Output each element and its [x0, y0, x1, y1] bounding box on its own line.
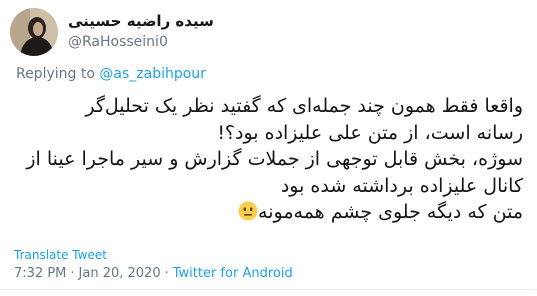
tweet-date[interactable]: Jan 20, 2020 [79, 266, 161, 281]
replying-to: Replying to @as_zabihpour [16, 66, 206, 82]
tweet-text-line: متن که دیگه جلوی چشم همه‌مونه [258, 201, 523, 223]
display-name[interactable]: سیده راضیه حسینی [68, 12, 214, 30]
tweet-text: واقعا فقط همون چند جمله‌ای که گفتید نظر … [14, 93, 523, 226]
neutral-face-icon [238, 201, 258, 221]
tweet-text-line-last: متن که دیگه جلوی چشم همه‌مونه [14, 199, 523, 226]
translate-tweet-link[interactable]: Translate Tweet [14, 248, 107, 262]
tweet-text-line: کانال علیزاده برداشته شده بود [280, 174, 523, 197]
avatar[interactable] [10, 8, 58, 56]
tweet-time[interactable]: 7:32 PM [14, 266, 66, 281]
reply-mention-link[interactable]: @as_zabihpour [99, 66, 206, 82]
tweet-text-line: رسانه است، از متن علی علیزاده بود؟! [217, 121, 523, 144]
avatar-image [10, 8, 58, 56]
replying-to-label: Replying to [16, 66, 95, 82]
tweet-metadata: 7:32 PM · Jan 20, 2020 · Twitter for Android [14, 266, 293, 281]
tweet-source-link[interactable]: Twitter for Android [173, 266, 293, 281]
user-handle[interactable]: @RaHosseini0 [68, 34, 168, 50]
tweet-card: سیده راضیه حسینی @RaHosseini0 Replying t… [0, 0, 537, 296]
divider [0, 289, 537, 290]
tweet-text-line: واقعا فقط همون چند جمله‌ای که گفتید نظر … [85, 95, 523, 117]
tweet-text-line: سوژه، بخش قابل توجهی از جملات گزارش و سی… [26, 148, 523, 170]
meta-separator: · [70, 266, 75, 281]
meta-separator: · [164, 266, 169, 281]
